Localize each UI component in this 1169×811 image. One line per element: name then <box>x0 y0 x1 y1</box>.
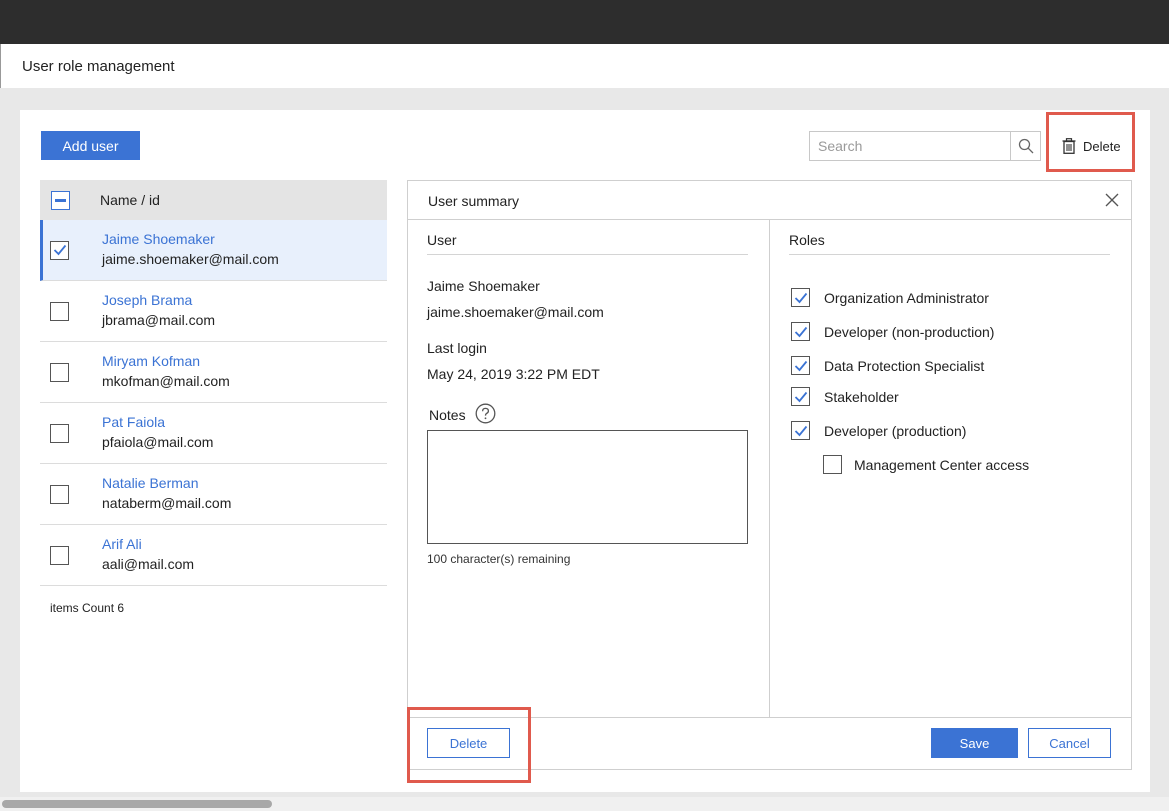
search-icon <box>1018 138 1033 154</box>
roles-section: Roles Organization Administrator Develop… <box>770 220 1132 717</box>
user-name-link[interactable]: Jaime Shoemaker <box>102 230 279 249</box>
user-name-link[interactable]: Joseph Brama <box>102 291 215 310</box>
checkmark-icon <box>794 326 807 337</box>
user-name: Jaime Shoemaker <box>427 278 540 294</box>
user-row[interactable]: Miryam Kofman mkofman@mail.com <box>40 342 387 403</box>
user-name-link[interactable]: Natalie Berman <box>102 474 231 493</box>
delete-user-button[interactable]: Delete <box>427 728 510 758</box>
search-input[interactable] <box>810 132 1010 160</box>
role-option[interactable]: Management Center access <box>823 455 1029 474</box>
notes-textarea[interactable] <box>427 430 748 544</box>
user-row[interactable]: Pat Faiola pfaiola@mail.com <box>40 403 387 464</box>
last-login-value: May 24, 2019 3:22 PM EDT <box>427 366 600 382</box>
search-box <box>809 131 1041 161</box>
role-label: Organization Administrator <box>824 289 989 306</box>
character-count: 100 character(s) remaining <box>427 552 571 566</box>
last-login-label: Last login <box>427 340 487 356</box>
user-list: Name / id Jaime Shoemaker jaime.shoemake… <box>40 180 387 586</box>
trash-icon <box>1062 138 1076 154</box>
checkmark-icon <box>794 425 807 436</box>
cancel-button[interactable]: Cancel <box>1028 728 1111 758</box>
role-option[interactable]: Data Protection Specialist <box>791 356 984 375</box>
user-email: nataberm@mail.com <box>102 495 232 511</box>
role-checkbox[interactable] <box>791 421 810 440</box>
main-content: Add user Delete Name / id <box>20 110 1150 792</box>
divider <box>427 254 748 255</box>
row-checkbox[interactable] <box>50 545 69 565</box>
search-button[interactable] <box>1010 132 1040 160</box>
delete-toolbar-button[interactable]: Delete <box>1056 131 1136 161</box>
row-checkbox[interactable] <box>50 240 69 260</box>
user-row[interactable]: Arif Ali aali@mail.com <box>40 525 387 586</box>
save-button[interactable]: Save <box>931 728 1018 758</box>
divider <box>789 254 1110 255</box>
role-checkbox[interactable] <box>791 356 810 375</box>
row-checkbox[interactable] <box>50 423 69 443</box>
checkmark-icon <box>794 292 807 303</box>
user-row[interactable]: Jaime Shoemaker jaime.shoemaker@mail.com <box>40 220 387 281</box>
role-label: Developer (production) <box>824 422 967 439</box>
role-option[interactable]: Developer (non-production) <box>791 322 994 341</box>
checkmark-icon <box>794 391 807 402</box>
user-email: mkofman@mail.com <box>102 373 230 389</box>
row-checkbox[interactable] <box>50 362 69 382</box>
panel-footer: Delete Save Cancel <box>408 717 1131 769</box>
title-bar: User role management <box>0 44 1169 88</box>
user-email: jaime.shoemaker@mail.com <box>427 304 604 320</box>
row-checkbox[interactable] <box>50 484 69 504</box>
user-summary-panel: User summary User Jaime Shoemaker jaime.… <box>407 180 1132 770</box>
notes-label: Notes <box>429 407 466 423</box>
checkmark-icon <box>794 360 807 371</box>
user-details-section: User Jaime Shoemaker jaime.shoemaker@mai… <box>408 220 770 717</box>
role-label: Data Protection Specialist <box>824 357 985 374</box>
add-user-button[interactable]: Add user <box>41 131 140 160</box>
roles-section-title: Roles <box>789 232 825 248</box>
role-option[interactable]: Developer (production) <box>791 421 966 440</box>
user-row[interactable]: Natalie Berman nataberm@mail.com <box>40 464 387 525</box>
user-email: jaime.shoemaker@mail.com <box>102 251 279 267</box>
role-checkbox[interactable] <box>791 288 810 307</box>
select-all-checkbox[interactable] <box>51 190 70 210</box>
user-email: jbrama@mail.com <box>102 312 216 328</box>
role-option[interactable]: Stakeholder <box>791 387 899 406</box>
name-id-column-header: Name / id <box>100 192 160 208</box>
user-email: pfaiola@mail.com <box>102 434 214 450</box>
role-label: Management Center access <box>854 456 1030 473</box>
role-option[interactable]: Organization Administrator <box>791 288 989 307</box>
user-row[interactable]: Joseph Brama jbrama@mail.com <box>40 281 387 342</box>
help-icon[interactable] <box>475 403 496 424</box>
user-name-link[interactable]: Pat Faiola <box>102 413 213 432</box>
role-checkbox[interactable] <box>823 455 842 474</box>
top-bar <box>0 0 1169 44</box>
delete-toolbar-label: Delete <box>1083 138 1121 154</box>
role-label: Stakeholder <box>824 388 899 405</box>
role-label: Developer (non-production) <box>824 323 995 340</box>
list-header: Name / id <box>40 180 387 220</box>
role-checkbox[interactable] <box>791 387 810 406</box>
scrollbar-thumb[interactable] <box>2 800 272 808</box>
checkmark-icon <box>53 244 66 256</box>
items-count: items Count 6 <box>50 601 125 615</box>
close-icon[interactable] <box>1105 193 1119 207</box>
role-checkbox[interactable] <box>791 322 810 341</box>
user-name-link[interactable]: Miryam Kofman <box>102 352 230 371</box>
page-title: User role management <box>22 58 175 75</box>
user-name-link[interactable]: Arif Ali <box>102 535 194 554</box>
panel-header: User summary <box>408 181 1131 220</box>
panel-title: User summary <box>428 193 520 209</box>
user-section-title: User <box>427 232 457 248</box>
row-checkbox[interactable] <box>50 301 69 321</box>
user-email: aali@mail.com <box>102 556 195 572</box>
horizontal-scrollbar[interactable] <box>0 797 1169 811</box>
